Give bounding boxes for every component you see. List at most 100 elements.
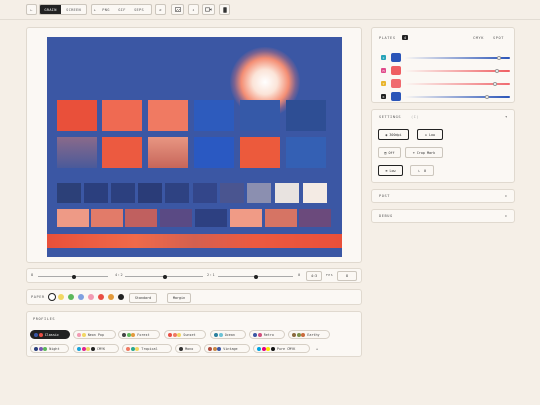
paper-swatch-yellow[interactable]	[58, 294, 64, 300]
profile-label: Classic	[44, 332, 59, 337]
profile-label: Neon Pop	[87, 332, 105, 337]
plate-color-swatch[interactable]	[391, 53, 401, 62]
plate-color-swatch[interactable]	[391, 79, 401, 88]
plate-color-swatch[interactable]	[391, 92, 401, 101]
paper-label: PAPER	[31, 295, 45, 299]
slider-a-track[interactable]	[38, 274, 108, 279]
tile	[194, 100, 234, 131]
profile-earthy[interactable]: Earthy	[288, 330, 330, 339]
plate-density-slider[interactable]	[404, 56, 510, 60]
color-dot	[177, 332, 182, 337]
profile-classic[interactable]: Classic	[30, 330, 70, 339]
standard-button[interactable]: Standard	[129, 293, 157, 303]
chevron-right-icon: ▸	[505, 213, 508, 218]
tile	[303, 183, 327, 203]
phone-button[interactable]	[219, 4, 230, 15]
tab-seps[interactable]: SEPS	[130, 5, 148, 14]
ratio-button[interactable]: 4:3	[306, 271, 322, 281]
profile-pure-cmyk[interactable]: Pure CMYK	[253, 344, 310, 353]
profile-cmyk[interactable]: CMYK	[73, 344, 119, 353]
plate-toggle[interactable]: C	[381, 55, 386, 60]
profile-label: CMYK	[96, 346, 106, 351]
tile	[240, 137, 280, 168]
plate-slider-knob[interactable]	[484, 95, 489, 99]
post-panel[interactable]: POST ▸	[371, 189, 515, 203]
tab-spot[interactable]: SPOT	[493, 36, 504, 40]
tile	[299, 209, 331, 227]
slider-a-knob[interactable]	[72, 274, 76, 279]
profile-neon-pop[interactable]: Neon Pop	[73, 330, 116, 339]
house-icon: ⌂	[424, 132, 427, 137]
color-dot	[90, 346, 95, 351]
margin-button[interactable]: Margin	[167, 293, 191, 303]
tile	[195, 209, 227, 227]
plate-toggle[interactable]: K	[381, 94, 386, 99]
tile	[84, 183, 108, 203]
undo-button[interactable]: ↺	[155, 4, 166, 15]
bleed-button[interactable]: ▤ Off	[378, 147, 401, 158]
paper-swatch-white[interactable]	[48, 293, 56, 301]
video-button[interactable]	[202, 4, 215, 15]
paper-swatch-pink[interactable]	[88, 294, 94, 300]
tab-screen[interactable]: SCREEN	[61, 5, 86, 14]
paper-swatch-green[interactable]	[68, 294, 74, 300]
dpi-button[interactable]: ◉ 300dpi	[378, 129, 409, 140]
paper-swatch-black[interactable]	[118, 294, 124, 300]
slider-b-track[interactable]	[125, 274, 203, 279]
settings-title: SETTINGS	[379, 115, 402, 119]
profile-vintage[interactable]: Vintage	[204, 344, 250, 353]
color-dot	[122, 332, 126, 337]
image-button[interactable]	[171, 4, 184, 15]
artwork-canvas[interactable]	[47, 37, 342, 257]
crop-mark-button[interactable]: ⌖ Crop Mark	[405, 147, 443, 158]
chevron-down-icon[interactable]: ▾	[505, 114, 507, 119]
profile-night[interactable]: Night	[30, 344, 69, 353]
tile	[102, 137, 142, 168]
fps-input[interactable]: 8	[337, 271, 357, 281]
profile-forest[interactable]: Forest	[118, 330, 160, 339]
tile	[138, 183, 162, 203]
fps-label: FPS	[326, 273, 334, 277]
slider-c-track[interactable]	[218, 274, 293, 279]
sparkle-button[interactable]: ✦	[188, 4, 199, 15]
tile	[160, 209, 192, 227]
chevron-right-icon: ▸	[505, 193, 508, 198]
plate-color-swatch[interactable]	[391, 66, 401, 75]
tab-png[interactable]: PNG	[98, 5, 114, 14]
back-button[interactable]: ←	[26, 4, 37, 15]
control-label-a: 8	[31, 273, 34, 277]
add-profile-button[interactable]: +	[313, 344, 322, 353]
color-dot	[81, 332, 86, 337]
color-dot	[261, 346, 266, 351]
angle-button[interactable]: ∟ 0	[410, 165, 434, 176]
plate-density-slider[interactable]	[404, 95, 510, 99]
globe-icon: ⊕	[385, 168, 388, 173]
profile-sunset[interactable]: Sunset	[164, 330, 206, 339]
plate-density-slider[interactable]	[404, 82, 510, 86]
profile-tropical[interactable]: Tropical	[122, 344, 172, 353]
tab-gif[interactable]: GIF	[114, 5, 130, 14]
tab-cmyk[interactable]: CMYK	[473, 36, 484, 40]
profile-ocean[interactable]: Ocean	[210, 330, 246, 339]
bleed-label: Off	[388, 150, 395, 155]
paper-swatch-red[interactable]	[98, 294, 104, 300]
debug-panel[interactable]: DEBUG ▸	[371, 209, 515, 223]
tile	[240, 100, 280, 131]
paper-swatch-orange[interactable]	[108, 294, 114, 300]
quality-button[interactable]: ⌂ Low	[417, 129, 443, 140]
tile	[57, 183, 81, 203]
plate-density-slider[interactable]	[404, 69, 510, 73]
profile-mono[interactable]: Mono	[175, 344, 201, 353]
slider-c-knob[interactable]	[254, 274, 258, 279]
color-dot	[301, 332, 306, 337]
plate-toggle[interactable]: M	[381, 68, 386, 73]
profile-retro[interactable]: Retro	[249, 330, 285, 339]
crop-label: Crop Mark	[416, 150, 436, 155]
plate-toggle[interactable]: Y	[381, 81, 386, 86]
angle-icon: ∟	[417, 168, 420, 173]
slider-b-knob[interactable]	[163, 274, 167, 279]
paper-swatch-blue[interactable]	[78, 294, 84, 300]
grain-button[interactable]: ⊕ Low	[378, 165, 403, 176]
tab-grain[interactable]: GRAIN	[40, 5, 62, 14]
profile-label: Forest	[137, 332, 150, 337]
